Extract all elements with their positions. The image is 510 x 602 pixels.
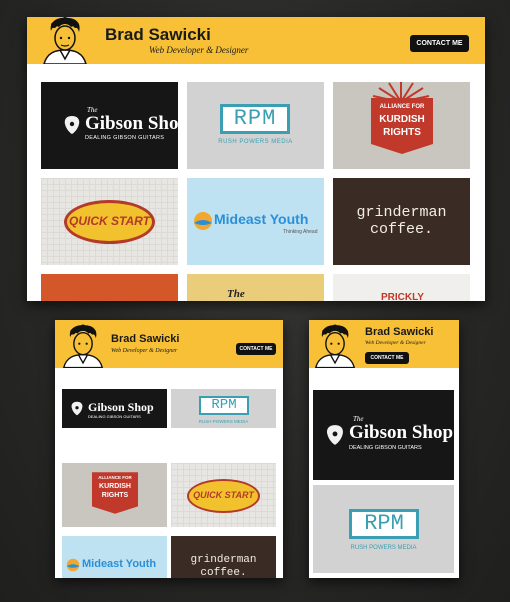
site-tagline: Web Developer & Designer: [149, 45, 249, 55]
avatar-illustration: [314, 324, 356, 368]
mideast-sub-text: Thinking Ahead: [283, 229, 318, 235]
avatar-illustration: [43, 17, 87, 64]
site-tagline: Web Developer & Designer: [111, 348, 178, 354]
mideast-main-text: Mideast Youth: [214, 211, 309, 227]
gibson-main-text: Gibson Shop: [88, 400, 154, 414]
grind-line2: coffee.: [200, 567, 247, 578]
kurd-line2: KURDISH: [99, 483, 131, 490]
rpm-sub-text: RUSH POWERS MEDIA: [350, 545, 417, 551]
kurd-line2: KURDISH: [379, 114, 425, 125]
portfolio-tile-rpm[interactable]: RPM RUSH POWERS MEDIA: [187, 82, 324, 169]
rpm-sub-text: RUSH POWERS MEDIA: [218, 139, 293, 145]
portfolio-tile-grinderman[interactable]: grinderman coffee.: [171, 536, 276, 578]
portfolio-tile-mideast-youth[interactable]: Mideast Youth Thinking Ahead: [187, 178, 324, 265]
site-name: Brad Sawicki: [365, 326, 434, 338]
quick-main-text: QUICK START: [69, 214, 150, 228]
site-header: Brad Sawicki Web Developer & Designer CO…: [309, 320, 459, 368]
gibson-sub-text: DEALING GIBSON GUITARS: [349, 445, 422, 451]
kurd-line1: ALLIANCE FOR: [379, 104, 425, 110]
site-name: Brad Sawicki: [111, 333, 180, 345]
prickly-text: PRICKLY: [381, 292, 424, 301]
grind-line1: grinderman: [356, 204, 447, 221]
portfolio-tile-kurdish-rights[interactable]: ALLIANCE FOR KURDISH RIGHTS: [62, 463, 167, 527]
grind-line2: coffee.: [369, 221, 433, 238]
guitar-pick-icon: [71, 401, 83, 416]
kurd-line3: RIGHTS: [383, 127, 421, 138]
portfolio-tile-rpm[interactable]: RPM RUSH POWERS MEDIA: [313, 485, 454, 573]
rpm-main-text: RPM: [211, 397, 237, 413]
portfolio-tile-kurdish-rights[interactable]: ALLIANCE FOR KURDISH RIGHTS: [333, 82, 470, 169]
site-name: Brad Sawicki: [105, 25, 211, 44]
gibson-sub-text: DEALING GIBSON GUITARS: [88, 414, 141, 419]
portfolio-tile-prickly[interactable]: PRICKLY: [333, 274, 470, 301]
portfolio-tile-mideast-youth[interactable]: Mideast Youth: [62, 536, 167, 578]
mobile-preview: Brad Sawicki Web Developer & Designer CO…: [309, 320, 459, 578]
rpm-main-text: RPM: [233, 106, 277, 131]
gibson-sub-text: DEALING GIBSON GUITARS: [85, 135, 165, 141]
portfolio-tile-rpm[interactable]: RPM RUSH POWERS MEDIA: [171, 389, 276, 428]
mideast-swirl-icon: [66, 558, 80, 572]
quick-main-text: QUICK START: [193, 490, 254, 500]
kurd-line3: RIGHTS: [101, 492, 129, 499]
guitar-pick-icon: [64, 116, 80, 134]
rpm-sub-text: RUSH POWERS MEDIA: [198, 419, 249, 424]
portfolio-tile-quick-start[interactable]: QUICK START: [171, 463, 276, 527]
tablet-preview: Brad Sawicki Web Developer & Designer CO…: [55, 320, 283, 578]
portfolio-tile-quick-start[interactable]: QUICK START: [41, 178, 178, 265]
portfolio-tile-tan[interactable]: The: [187, 274, 324, 301]
avatar-illustration: [62, 324, 104, 368]
portfolio-tile-gibson-shop[interactable]: The Gibson Shop DEALING GIBSON GUITARS: [313, 390, 454, 480]
portfolio-tile-grinderman[interactable]: grinderman coffee.: [333, 178, 470, 265]
site-header: Brad Sawicki Web Developer & Designer CO…: [27, 17, 485, 64]
portfolio-tile-gibson-shop[interactable]: The Gibson Shop DEALING GIBSON GUITARS: [41, 82, 178, 169]
gibson-main-text: Gibson Shop: [85, 113, 178, 134]
site-header: Brad Sawicki Web Developer & Designer CO…: [55, 320, 283, 368]
contact-button[interactable]: CONTACT ME: [365, 352, 409, 364]
desktop-preview: Brad Sawicki Web Developer & Designer CO…: [27, 17, 485, 301]
portfolio-tile-gibson-shop[interactable]: Gibson Shop DEALING GIBSON GUITARS: [62, 389, 167, 428]
tan-text: The: [227, 288, 245, 300]
contact-button[interactable]: CONTACT ME: [410, 35, 469, 52]
gibson-main-text: Gibson Shop: [349, 422, 454, 443]
rpm-main-text: RPM: [364, 511, 404, 536]
mideast-main-text: Mideast Youth: [82, 558, 157, 570]
mideast-swirl-icon: [194, 212, 212, 230]
guitar-pick-icon: [327, 425, 343, 445]
site-tagline: Web Developer & Designer: [365, 340, 426, 346]
grind-line1: grinderman: [190, 554, 257, 566]
kurd-line1: ALLIANCE FOR: [98, 475, 132, 480]
portfolio-tile-orange[interactable]: [41, 274, 178, 301]
contact-button[interactable]: CONTACT ME: [236, 343, 276, 355]
